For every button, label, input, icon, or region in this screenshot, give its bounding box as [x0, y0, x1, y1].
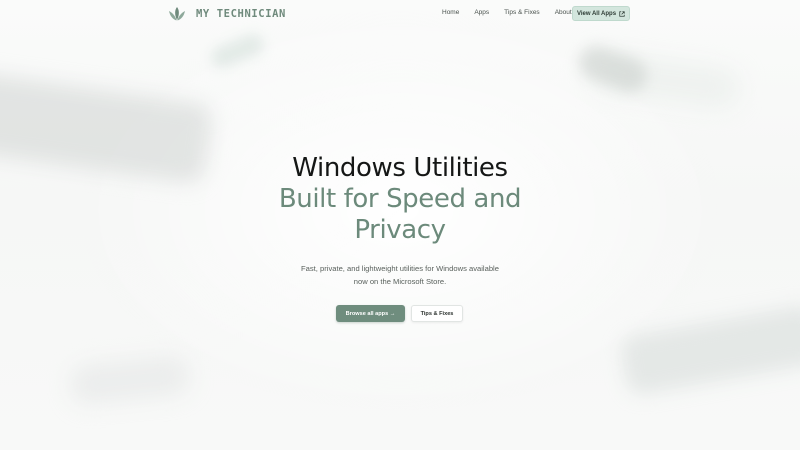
- nav-link-apps[interactable]: Apps: [474, 9, 489, 16]
- brand-name: MY TECHNICIAN: [196, 8, 286, 20]
- hero-actions: Browse all apps → Tips & Fixes: [0, 305, 800, 323]
- nav-link-about[interactable]: About: [555, 9, 572, 16]
- hero-subtitle: Fast, private, and lightweight utilities…: [270, 262, 530, 288]
- view-all-apps-label: View All Apps: [576, 10, 617, 17]
- hero-subtitle-line-1: Fast, private, and lightweight utilities…: [301, 264, 499, 273]
- hero-title: Windows Utilities Built for Speed and Pr…: [200, 153, 600, 246]
- external-link-icon: [619, 10, 625, 17]
- hero-title-line-2: Built for Speed and: [278, 184, 522, 214]
- nav-link-tips-fixes[interactable]: Tips & Fixes: [504, 9, 540, 16]
- leaf-logo-icon: [169, 7, 185, 21]
- hero-section: Windows Utilities Built for Speed and Pr…: [0, 0, 800, 450]
- hero-subtitle-line-2: now on the Microsoft Store.: [353, 277, 447, 286]
- nav-link-home[interactable]: Home: [442, 9, 459, 16]
- main-nav: Home Apps Tips & Fixes About: [442, 9, 572, 16]
- tips-fixes-button[interactable]: Tips & Fixes: [411, 305, 463, 322]
- brand-home-link[interactable]: MY TECHNICIAN: [168, 5, 286, 23]
- browse-all-apps-button[interactable]: Browse all apps →: [336, 305, 405, 322]
- site-header: MY TECHNICIAN Home Apps Tips & Fixes Abo…: [0, 0, 800, 28]
- view-all-apps-button[interactable]: View All Apps: [572, 6, 630, 21]
- hero-title-line-1: Windows Utilities: [292, 153, 508, 183]
- hero-title-line-3: Privacy: [354, 215, 446, 245]
